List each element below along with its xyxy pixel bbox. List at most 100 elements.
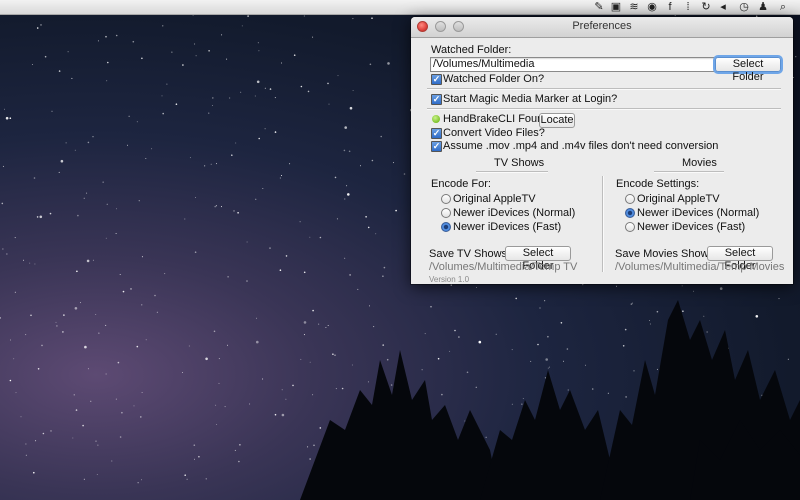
watched-select-folder-button[interactable]: Select Folder: [715, 57, 781, 83]
star: [25, 443, 27, 445]
star: [337, 75, 339, 77]
star: [279, 177, 281, 179]
star: [269, 88, 272, 90]
star: [162, 25, 164, 27]
star: [162, 112, 164, 115]
convert-video-checkbox[interactable]: ✓: [431, 128, 442, 139]
star: [334, 176, 337, 179]
star: [264, 87, 266, 89]
tv-radio-newer-fast[interactable]: [441, 222, 451, 232]
star: [195, 55, 197, 57]
star: [136, 121, 138, 123]
star: [119, 436, 122, 438]
star: [97, 40, 99, 42]
watched-folder-field[interactable]: /Volumes/Multimedia: [430, 57, 717, 72]
star: [136, 345, 139, 348]
watched-folder-on-checkbox[interactable]: ✓: [431, 74, 442, 85]
tv-select-folder-button[interactable]: Select Folder: [505, 246, 571, 272]
star: [369, 305, 370, 307]
tv-encode-for-label: Encode For:: [431, 178, 491, 190]
star: [787, 358, 789, 360]
star: [349, 106, 353, 110]
movies-radio-original-appletv[interactable]: [625, 194, 635, 204]
convert-video-label: Convert Video Files?: [443, 127, 545, 139]
wifi-status-icon[interactable]: ≋: [628, 1, 640, 13]
star: [194, 458, 195, 460]
star: [703, 315, 705, 317]
star: [23, 259, 24, 261]
star: [449, 350, 451, 352]
star: [274, 413, 277, 416]
star: [383, 266, 386, 269]
dots-icon[interactable]: ⁞: [682, 1, 694, 13]
star: [567, 389, 569, 391]
star: [537, 343, 539, 346]
star: [213, 330, 216, 333]
star: [269, 247, 271, 249]
star: [357, 288, 359, 290]
star: [216, 163, 217, 165]
movies-select-folder-button[interactable]: Select Folder: [707, 246, 773, 272]
star: [293, 54, 296, 56]
star: [72, 437, 74, 439]
star: [6, 253, 8, 255]
tv-header-underline: [476, 171, 548, 173]
volume-icon[interactable]: ◂: [717, 1, 729, 13]
star: [649, 323, 651, 325]
star: [208, 112, 210, 114]
title-bar[interactable]: Preferences: [411, 17, 793, 38]
star: [234, 449, 236, 451]
star: [182, 64, 184, 66]
tv-radio-newer-normal[interactable]: [441, 208, 451, 218]
star: [539, 307, 541, 309]
movies-radio-newer-normal[interactable]: [625, 208, 635, 218]
star: [214, 206, 216, 208]
star: [58, 171, 60, 173]
spotlight-icon[interactable]: ⌕: [777, 1, 789, 13]
star: [312, 394, 314, 396]
star: [63, 314, 65, 316]
star: [215, 205, 217, 207]
star: [566, 348, 569, 350]
star: [105, 35, 107, 38]
movies-radio-newer-fast[interactable]: [625, 222, 635, 232]
login-checkbox[interactable]: ✓: [431, 94, 442, 105]
shield-icon[interactable]: ◉: [646, 1, 658, 13]
assume-formats-checkbox[interactable]: ✓: [431, 141, 442, 152]
star: [255, 340, 259, 344]
star: [194, 251, 197, 253]
star: [37, 368, 40, 370]
star: [478, 340, 482, 344]
star: [307, 446, 309, 448]
star: [365, 216, 367, 218]
star: [141, 304, 143, 306]
locate-button[interactable]: Locate: [539, 113, 575, 128]
star: [182, 372, 183, 373]
star: [258, 50, 260, 52]
star: [50, 430, 52, 432]
star: [319, 427, 322, 429]
star: [67, 51, 69, 53]
star: [693, 290, 694, 292]
divider: [427, 108, 781, 110]
star: [238, 460, 240, 463]
star: [95, 440, 97, 442]
star: [13, 358, 15, 360]
star: [4, 108, 5, 110]
tv-radio-original-appletv[interactable]: [441, 194, 451, 204]
movies-option-label: Newer iDevices (Fast): [637, 221, 746, 233]
pen-icon[interactable]: ✎: [593, 1, 605, 13]
star: [105, 324, 107, 326]
star: [56, 325, 58, 327]
user-icon[interactable]: ♟: [757, 1, 769, 13]
star: [166, 83, 168, 85]
star: [319, 236, 322, 239]
star: [249, 403, 251, 405]
star: [141, 479, 142, 481]
star: [237, 212, 239, 214]
star: [42, 432, 45, 435]
sync-icon[interactable]: ↻: [700, 1, 712, 13]
time-machine-icon[interactable]: ◷: [738, 1, 750, 13]
screen-icon[interactable]: ▣: [610, 1, 622, 13]
facebook-icon[interactable]: f: [664, 1, 676, 13]
